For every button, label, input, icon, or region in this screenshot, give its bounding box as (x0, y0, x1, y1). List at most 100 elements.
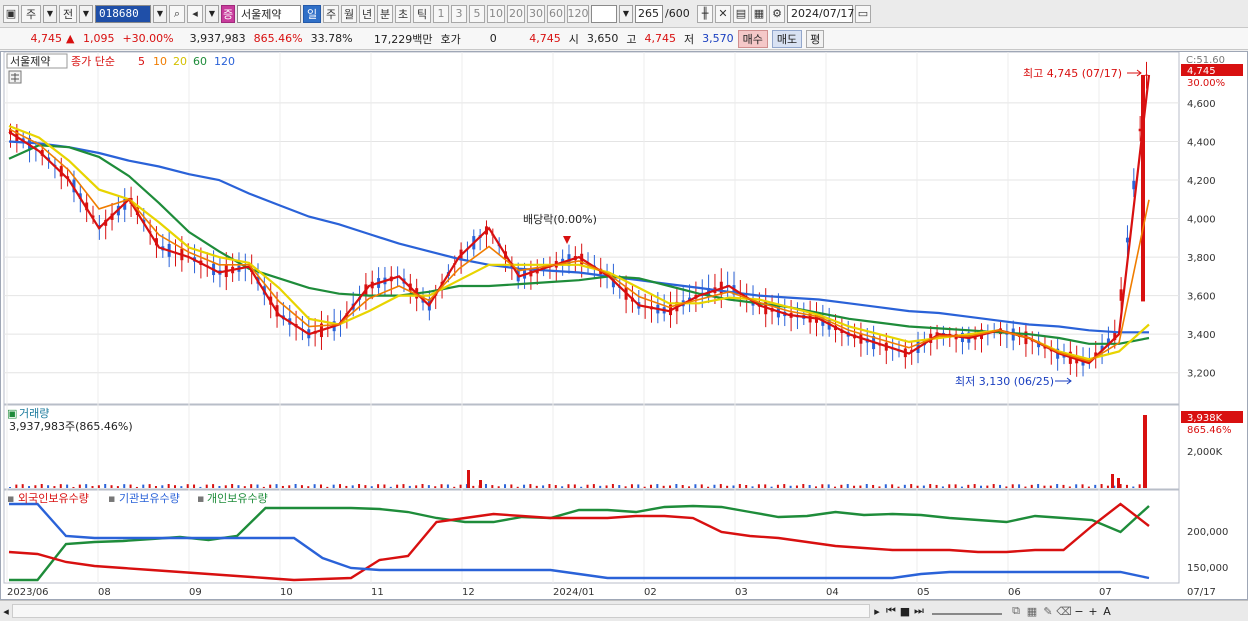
volume-bar (707, 486, 710, 488)
volume-bar (967, 484, 970, 488)
save-icon[interactable]: ▦ (751, 4, 767, 23)
interval-10[interactable]: 10 (487, 4, 505, 23)
interval-20[interactable]: 20 (507, 4, 525, 23)
sell-button[interactable]: 매도 (771, 29, 803, 48)
volume-bar (1068, 486, 1071, 488)
count-input[interactable]: 265 (635, 4, 663, 23)
type-select[interactable]: 주 (21, 4, 41, 23)
volume-bar (300, 485, 303, 488)
chevron-down-icon[interactable]: ▼ (205, 4, 219, 23)
stop-icon[interactable]: ■ (898, 605, 912, 618)
stock-name-field[interactable]: 서울제약 (237, 4, 301, 23)
chart-type-icon[interactable]: ▤ (733, 4, 749, 23)
volume-bar (377, 484, 380, 488)
date-tick-label: 03 (735, 587, 748, 598)
interval-input[interactable] (591, 4, 617, 23)
candle-icon[interactable]: ╫ (697, 4, 713, 23)
interval-60[interactable]: 60 (547, 4, 565, 23)
volume-bar (351, 485, 354, 488)
volume-ratio: 865.46% (253, 32, 303, 45)
calendar-icon[interactable]: ▭ (855, 4, 871, 23)
draw-icon[interactable]: ✎ (1040, 605, 1056, 618)
volume-value: 3,937,983주(865.46%) (9, 420, 133, 433)
font-icon[interactable]: A (1100, 605, 1114, 618)
volume-bar (878, 486, 881, 488)
volume-bar (104, 484, 107, 488)
volume-bar (1043, 485, 1046, 488)
volume-bar (542, 485, 545, 488)
gear-icon[interactable]: ⚙ (769, 4, 785, 23)
volume-bar (910, 484, 913, 488)
chevron-down-icon[interactable]: ▼ (79, 4, 93, 23)
badge-icon: 증 (221, 4, 235, 23)
erase-icon[interactable]: ⌫ (1056, 605, 1072, 618)
copy-icon[interactable]: ⧉ (1008, 604, 1024, 618)
holdings-marker: ▪ (108, 492, 115, 505)
zoom-in-icon[interactable]: + (1086, 605, 1100, 618)
volume-bar (66, 484, 69, 488)
volume-bar (954, 484, 957, 488)
layout-icon[interactable]: ▣ (3, 4, 19, 23)
scroll-right-icon[interactable]: ▸ (870, 605, 884, 618)
volume-bar (237, 485, 240, 488)
volume-bar (408, 485, 411, 488)
horizontal-scrollbar[interactable] (12, 604, 870, 618)
volume-bar (123, 484, 126, 488)
chart-svg[interactable]: 4,600 4,400 4,200 4,000 3,800 3,600 3,400 3,200… (1, 51, 1247, 599)
volume-bar (446, 484, 449, 488)
volume-bar (688, 486, 691, 488)
period-minute[interactable]: 분 (377, 4, 393, 23)
volume-bar-spike (1117, 478, 1120, 488)
volume-pane-frame (3, 404, 1180, 490)
scroll-left-icon[interactable]: ◂ (0, 605, 12, 618)
zoom-slider[interactable] (932, 607, 1002, 615)
volume-bar (719, 484, 722, 488)
stock-code-input[interactable]: 018680 (95, 4, 151, 23)
volume-bar (1132, 486, 1135, 488)
crosshair-icon[interactable]: ✕ (715, 4, 731, 23)
date-tick-label: 2024/01 (553, 587, 595, 598)
interval-3[interactable]: 3 (451, 4, 467, 23)
period-second[interactable]: 초 (395, 4, 411, 23)
interval-120[interactable]: 120 (567, 4, 589, 23)
volume-bar (218, 485, 221, 488)
first-icon[interactable]: ⏮ (884, 604, 898, 618)
volume-bar (161, 485, 164, 488)
period-tick[interactable]: 틱 (413, 4, 431, 23)
volume-bar (332, 484, 335, 488)
chevron-down-icon[interactable]: ▼ (43, 4, 57, 23)
interval-1[interactable]: 1 (433, 4, 449, 23)
date-input[interactable]: 2024/07/17 (787, 4, 854, 23)
grid-lines (4, 52, 1179, 583)
volume-bar (872, 484, 875, 488)
volume-bar (34, 485, 37, 488)
chevron-down-icon[interactable]: ▼ (619, 4, 633, 23)
volume-bar (186, 484, 189, 488)
volume-bar (891, 484, 894, 488)
chart-area[interactable]: 4,600 4,400 4,200 4,000 3,800 3,600 3,400 3,200… (0, 51, 1248, 600)
interval-30[interactable]: 30 (527, 4, 545, 23)
zoom-out-icon[interactable]: − (1072, 605, 1086, 618)
search-icon[interactable]: ⌕ (169, 4, 185, 23)
period-yearly[interactable]: 년 (359, 4, 375, 23)
price-tag: 4,745 (1187, 66, 1216, 77)
date-tick-label: 05 (917, 587, 930, 598)
volume-bar (472, 485, 475, 488)
grid-icon[interactable]: ▦ (1024, 605, 1040, 618)
prev-button[interactable]: 전 (59, 4, 77, 23)
volume-bar (884, 484, 887, 488)
quote-bar: 4,745 ▲ 1,095 +30.00% 3,937,983 865.46% … (0, 28, 1248, 50)
volume-bar (992, 484, 995, 488)
chevron-down-icon[interactable]: ▼ (153, 4, 167, 23)
average-button[interactable]: 평 (806, 29, 825, 48)
buy-button[interactable]: 매수 (737, 29, 768, 48)
price-tick-label: 3,600 (1187, 292, 1216, 303)
sound-icon[interactable]: ◂ (187, 4, 203, 23)
interval-5[interactable]: 5 (469, 4, 485, 23)
period-daily[interactable]: 일 (303, 4, 321, 23)
volume-bar (250, 484, 253, 488)
last-icon[interactable]: ⏭ (912, 604, 926, 618)
individual-holdings-label: 개인보유수량 (207, 492, 268, 505)
period-weekly[interactable]: 주 (323, 4, 339, 23)
period-monthly[interactable]: 월 (341, 4, 357, 23)
